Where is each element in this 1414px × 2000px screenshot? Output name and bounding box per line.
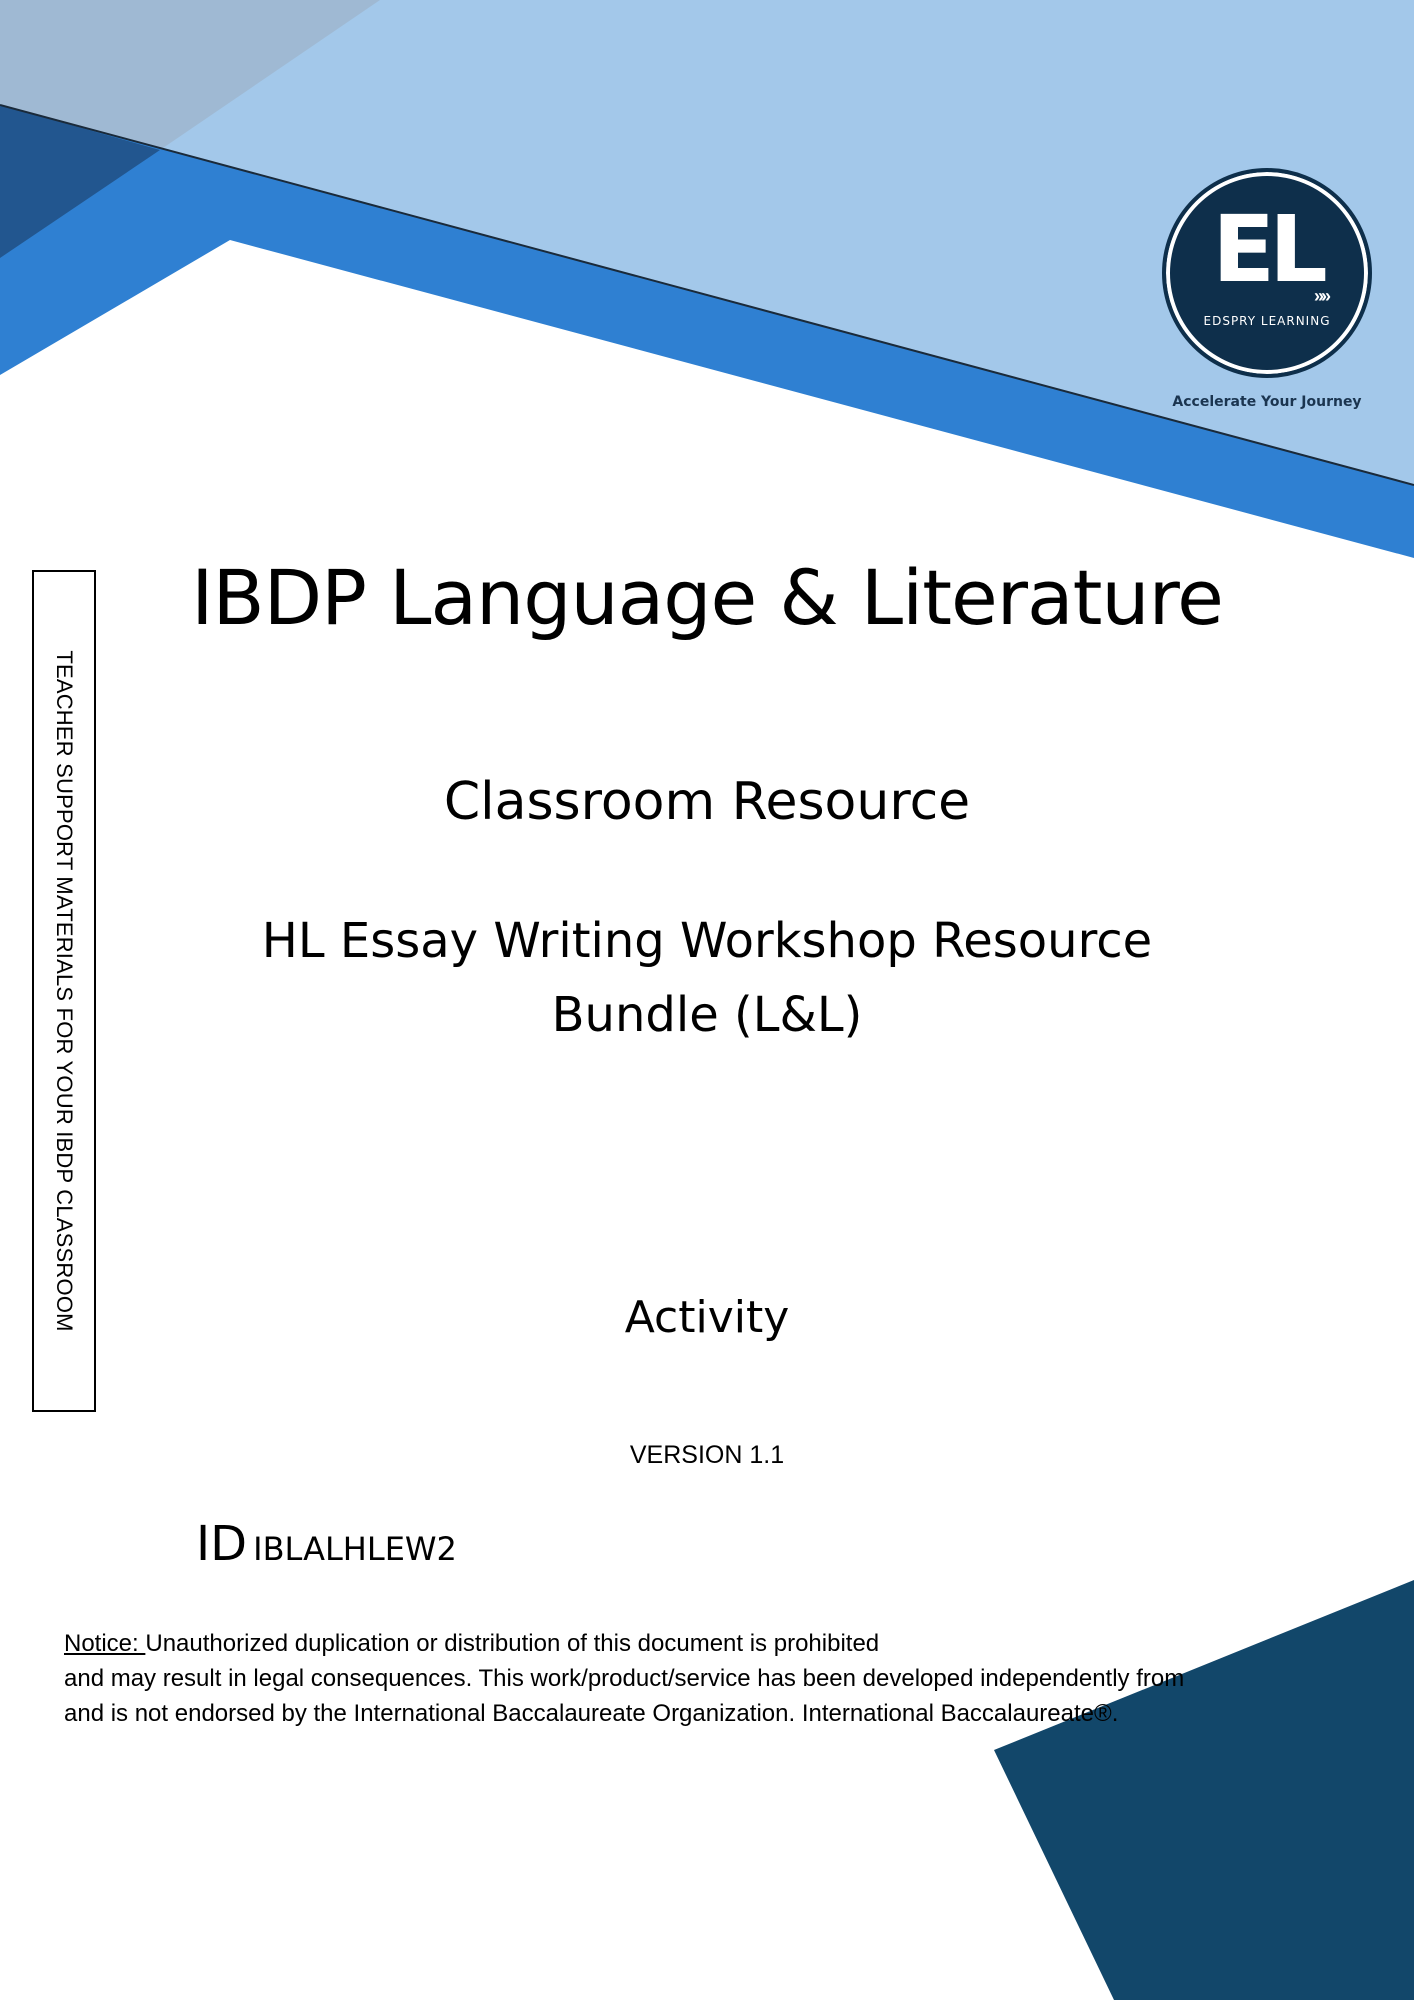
brand-logo: EL »» EDSPRY LEARNING Accelerate Your Jo…	[1160, 168, 1374, 410]
document-subtitle: Classroom Resource	[443, 772, 971, 832]
version-label: VERSION 1.1	[629, 1441, 785, 1469]
resource-name-line2: Bundle (L&L)	[551, 987, 863, 1043]
logo-name: EDSPRY LEARNING	[1203, 314, 1331, 328]
resource-name-line1: HL Essay Writing Workshop Resource	[261, 913, 1153, 969]
id-code: IBLALHLEW2	[253, 1530, 457, 1568]
chevrons-right-icon: »»	[1314, 286, 1331, 306]
side-label-box: TEACHER SUPPORT MATERIALS FOR YOUR IBDP …	[32, 570, 96, 1412]
notice-label: Notice:	[64, 1630, 146, 1657]
logo-badge: EL »» EDSPRY LEARNING	[1162, 168, 1372, 378]
document-id: ID IBLALHLEW2	[196, 1516, 457, 1572]
document-title: IBDP Language & Literature	[191, 553, 1224, 642]
resource-name: HL Essay Writing Workshop Resource Bundl…	[150, 904, 1264, 1052]
resource-type: Activity	[624, 1292, 790, 1343]
logo-mark: EL	[1212, 196, 1327, 303]
notice-line-1: Notice: Unauthorized duplication or dist…	[64, 1626, 1304, 1661]
notice-line-2: and may result in legal consequences. Th…	[64, 1665, 1185, 1692]
notice-line-3: and is not endorsed by the International…	[64, 1700, 1119, 1727]
notice-text-1: Unauthorized duplication or distribution…	[145, 1630, 880, 1657]
id-prefix: ID	[196, 1516, 248, 1572]
brand-tagline: Accelerate Your Journey	[1172, 394, 1362, 410]
legal-notice: Notice: Unauthorized duplication or dist…	[64, 1626, 1304, 1731]
side-label: TEACHER SUPPORT MATERIALS FOR YOUR IBDP …	[52, 650, 77, 1332]
